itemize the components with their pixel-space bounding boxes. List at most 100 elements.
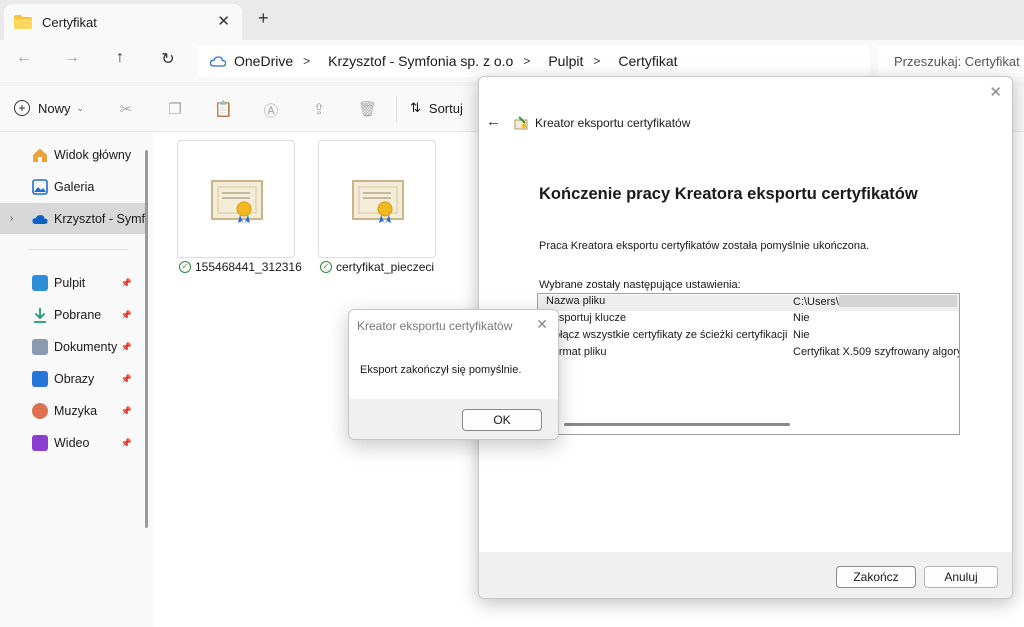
navigation-pane: Widok główny Galeria › Krzysztof - Symf … (0, 132, 153, 627)
sidebar-item-onedrive[interactable]: › Krzysztof - Symf (0, 203, 148, 234)
new-button-label: Nowy (38, 100, 71, 116)
tab-certyfikat[interactable]: Certyfikat ✕ (4, 4, 242, 40)
back-arrow-icon[interactable]: ← (12, 49, 36, 67)
close-icon[interactable]: ✕ (989, 83, 1002, 101)
sidebar-item-label: Widok główny (54, 148, 132, 162)
home-icon (33, 148, 47, 162)
breadcrumb-user[interactable]: Krzysztof - Symfonia sp. z o.o (328, 53, 513, 69)
share-icon[interactable]: ⇪ (310, 100, 328, 118)
pin-icon[interactable]: 📌 (121, 310, 132, 321)
tab-title: Certyfikat (42, 14, 97, 30)
setting-value: Certyfikat X.509 szyfrowany algorytmem (793, 346, 959, 358)
breadcrumb-separator[interactable]: > (523, 54, 530, 68)
search-input[interactable]: Przeszukaj: Certyfikat (878, 45, 1024, 77)
copy-icon[interactable]: ❐ (166, 100, 184, 118)
sidebar-item-label: Muzyka (54, 404, 98, 418)
search-placeholder: Przeszukaj: Certyfikat (894, 53, 1020, 69)
setting-key: Nazwa pliku (546, 295, 606, 307)
breadcrumb-pulpit[interactable]: Pulpit (548, 53, 583, 69)
sort-button[interactable]: ⇅ Sortuj (410, 100, 463, 116)
pin-icon[interactable]: 📌 (121, 342, 132, 353)
sort-icon: ⇅ (410, 100, 421, 115)
breadcrumb-certyfikat[interactable]: Certyfikat (618, 53, 677, 69)
video-icon (32, 435, 48, 451)
cut-icon[interactable]: ✂ (117, 100, 135, 118)
sidebar-item-label: Obrazy (54, 372, 95, 386)
file-name[interactable]: ✓ 155468441_312316 (179, 260, 302, 274)
setting-value: Nie (793, 329, 810, 341)
paste-icon[interactable]: 📋 (214, 100, 233, 118)
horizontal-scrollbar[interactable] (564, 423, 790, 426)
pin-icon[interactable]: 📌 (121, 406, 132, 417)
file-tile[interactable] (318, 140, 436, 258)
sidebar-item-dokumenty[interactable]: Dokumenty 📌 (0, 332, 148, 362)
dialog-footer: OK (349, 399, 558, 439)
dialog-title: Kreator eksportu certyfikatów (357, 319, 513, 333)
breadcrumb-separator[interactable]: > (593, 54, 600, 68)
toolbar-divider (396, 96, 397, 122)
pictures-icon (32, 371, 48, 387)
sidebar-item-label: Pulpit (54, 276, 86, 290)
folder-icon (14, 15, 32, 29)
desktop-icon (32, 275, 48, 291)
settings-row[interactable]: Dołącz wszystkie certyfikaty ze ścieżki … (538, 329, 959, 345)
sidebar-item-wideo[interactable]: Wideo 📌 (0, 428, 148, 458)
address-bar[interactable]: OneDrive > Krzysztof - Symfonia sp. z o.… (198, 45, 870, 77)
pin-icon[interactable]: 📌 (121, 374, 132, 385)
new-tab-icon[interactable]: + (258, 8, 269, 29)
chevron-down-icon: ⌄ (76, 102, 85, 113)
dialog-message: Eksport zakończył się pomyślnie. (360, 364, 522, 376)
new-button[interactable]: + Nowy ⌄ (14, 100, 84, 116)
wizard-footer: Zakończ Anuluj (479, 552, 1012, 598)
sidebar-item-label: Wideo (54, 436, 90, 450)
cancel-button[interactable]: Anuluj (924, 566, 998, 588)
certificate-wizard-icon (514, 116, 528, 130)
sidebar-item-obrazy[interactable]: Obrazy 📌 (0, 364, 148, 394)
chevron-right-icon[interactable]: › (10, 213, 13, 224)
sidebar-scrollbar[interactable] (145, 150, 148, 528)
gallery-icon (32, 179, 48, 195)
pin-icon[interactable]: 📌 (121, 278, 132, 289)
file-tile[interactable] (177, 140, 295, 258)
pin-icon[interactable]: 📌 (121, 438, 132, 449)
sidebar-item-label: Dokumenty (54, 340, 118, 354)
settings-row[interactable]: Nazwa pliku C:\Users\ (538, 295, 959, 311)
back-arrow-icon[interactable]: ← (486, 113, 501, 130)
forward-arrow-icon[interactable]: → (60, 49, 84, 67)
breadcrumb-separator[interactable]: > (303, 54, 310, 68)
file-name-label: 155468441_312316 (195, 260, 302, 274)
music-icon (32, 403, 48, 419)
sidebar-item-label: Krzysztof - Symf (54, 211, 145, 226)
breadcrumb-onedrive[interactable]: OneDrive (234, 53, 293, 69)
settings-label: Wybrane zostały następujące ustawienia: (539, 279, 741, 291)
refresh-icon[interactable]: ↻ (156, 49, 180, 69)
ok-button[interactable]: OK (462, 409, 542, 431)
settings-list[interactable]: Nazwa pliku C:\Users\ Eksportuj klucze N… (537, 293, 960, 435)
settings-row[interactable]: Eksportuj klucze Nie (538, 312, 959, 328)
redacted-path (838, 295, 957, 307)
close-icon[interactable]: ✕ (536, 316, 548, 333)
sidebar-divider (28, 249, 128, 250)
rename-icon[interactable]: Ⓐ (262, 100, 280, 120)
sidebar-item-pulpit[interactable]: Pulpit 📌 (0, 268, 148, 298)
delete-icon[interactable]: 🗑 (358, 100, 377, 118)
sidebar-item-home[interactable]: Widok główny (0, 140, 148, 170)
wizard-header-label: Kreator eksportu certyfikatów (535, 116, 691, 130)
file-name[interactable]: ✓ certyfikat_pieczeci (320, 260, 434, 274)
file-name-label: certyfikat_pieczeci (336, 260, 435, 274)
finish-button[interactable]: Zakończ (836, 566, 916, 588)
close-tab-icon[interactable]: ✕ (217, 12, 230, 30)
sidebar-item-gallery[interactable]: Galeria (0, 172, 148, 202)
certificate-icon (211, 180, 263, 224)
sort-button-label: Sortuj (428, 100, 463, 116)
sidebar-item-label: Pobrane (54, 308, 102, 322)
setting-value: C:\Users\ (793, 295, 957, 308)
settings-row[interactable]: Format pliku Certyfikat X.509 szyfrowany… (538, 346, 959, 362)
sidebar-item-muzyka[interactable]: Muzyka 📌 (0, 396, 148, 426)
sidebar-item-pobrane[interactable]: Pobrane 📌 (0, 300, 148, 330)
synced-check-icon: ✓ (320, 261, 332, 273)
sidebar-item-label: Galeria (54, 180, 95, 194)
onedrive-cloud-icon (32, 214, 48, 224)
up-arrow-icon[interactable]: ↑ (108, 49, 132, 67)
setting-value: Nie (793, 312, 810, 324)
